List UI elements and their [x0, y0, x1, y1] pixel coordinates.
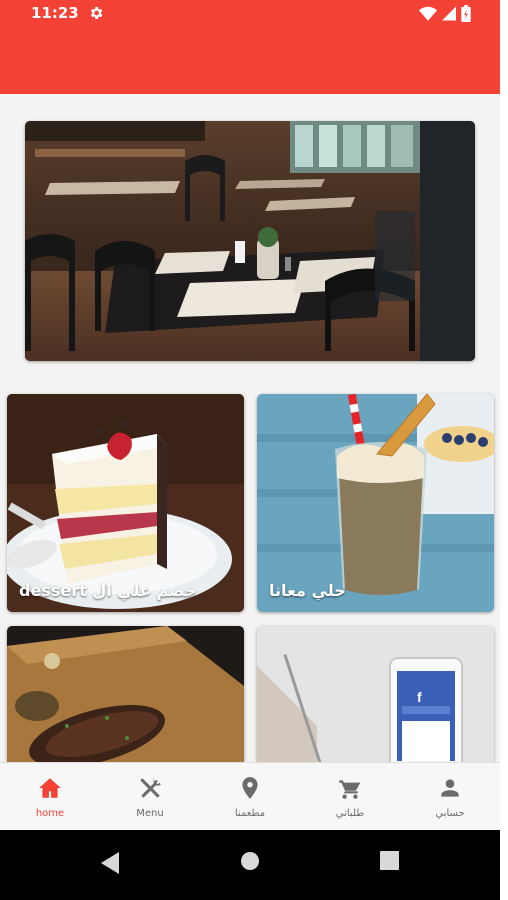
- recents-icon[interactable]: [380, 851, 399, 870]
- nav-label-account: حسابي: [435, 808, 465, 819]
- promo-card-steak[interactable]: [7, 626, 244, 762]
- hero-restaurant-image[interactable]: [25, 121, 475, 361]
- nav-item-home[interactable]: home: [0, 763, 100, 831]
- nav-label-menu: Menu: [136, 808, 164, 819]
- system-navigation-bar: [0, 830, 500, 900]
- promo-card-drinks[interactable]: حلي معانا: [257, 394, 494, 612]
- app-screen: 11:23 خصم علي ال dessert حلي معانا f hom…: [0, 0, 500, 900]
- promo-card-drinks-label: حلي معانا: [269, 581, 346, 600]
- nav-item-account[interactable]: حسابي: [400, 763, 500, 831]
- restaurant-photo: [25, 121, 475, 361]
- nav-item-orders[interactable]: طلباتي: [300, 763, 400, 831]
- person-icon: [441, 779, 459, 797]
- app-bar: [0, 27, 500, 94]
- screenshot-margin: [500, 0, 508, 900]
- cake-slice-photo: [7, 394, 244, 612]
- nav-label-orders: طلباتي: [335, 808, 365, 819]
- nav-label-location: مطعمنا: [234, 808, 266, 819]
- promo-card-dessert-label: خصم علي ال dessert: [19, 581, 197, 600]
- cellular-signal-icon: [442, 6, 456, 21]
- steak-photo: [7, 626, 244, 762]
- wifi-icon: [419, 6, 437, 21]
- cutlery-icon: [140, 778, 161, 798]
- nav-item-location[interactable]: مطعمنا: [200, 763, 300, 831]
- nav-label-home: home: [35, 808, 65, 819]
- back-icon[interactable]: [101, 852, 121, 874]
- promo-card-dessert[interactable]: خصم علي ال dessert: [7, 394, 244, 612]
- home-circle-icon[interactable]: [240, 851, 260, 871]
- svg-text:f: f: [417, 689, 422, 705]
- facebook-phone-photo: f: [257, 626, 494, 762]
- location-pin-icon: [242, 777, 258, 799]
- settings-gear-icon: [90, 7, 103, 19]
- status-icons: [419, 5, 471, 22]
- milkshake-photo: [257, 394, 494, 612]
- cart-icon: [339, 780, 361, 799]
- promo-card-social[interactable]: f: [257, 626, 494, 762]
- status-bar: 11:23: [0, 0, 500, 27]
- nav-item-menu[interactable]: Menu: [100, 763, 200, 831]
- home-content[interactable]: خصم علي ال dessert حلي معانا f: [0, 94, 500, 762]
- bottom-navigation: home Menu مطعمنا طلباتي حسابي: [0, 762, 500, 831]
- battery-icon: [461, 5, 471, 22]
- status-time: 11:23: [31, 4, 79, 22]
- home-icon: [39, 778, 61, 798]
